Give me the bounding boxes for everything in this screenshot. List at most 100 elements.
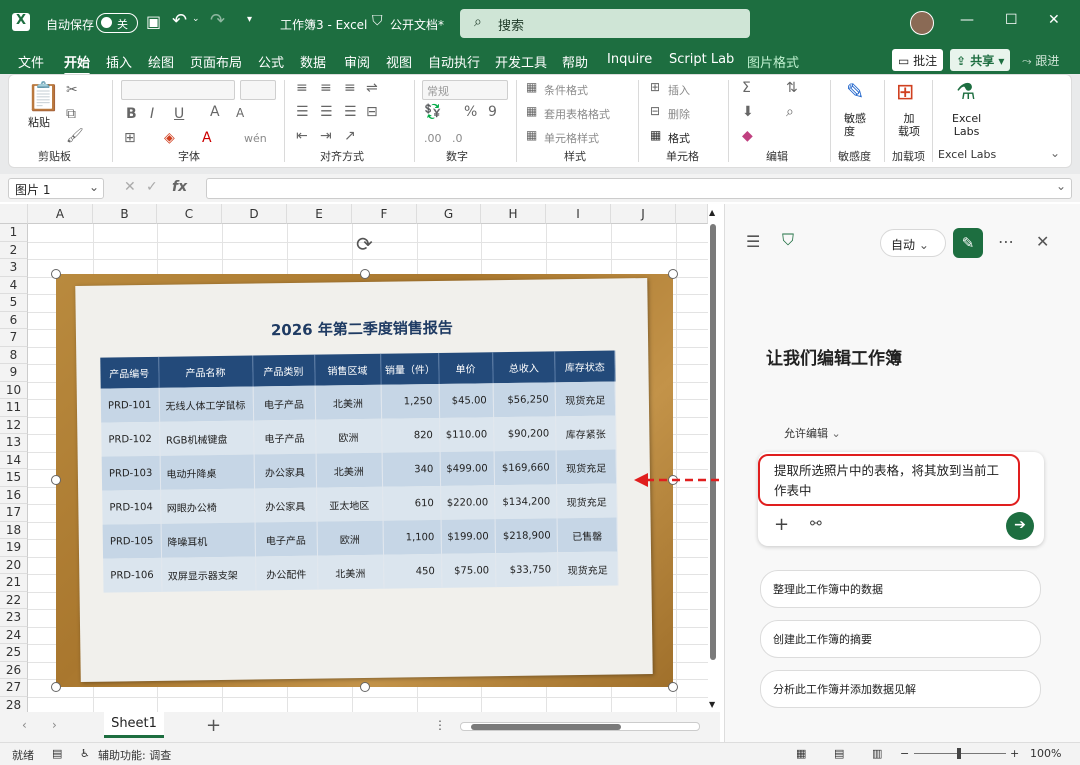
align-center-icon[interactable]: ☰: [320, 104, 333, 120]
row-header[interactable]: 7: [0, 329, 28, 347]
column-header[interactable]: G: [417, 204, 481, 224]
macro-icon[interactable]: ▤: [52, 747, 62, 760]
row-header[interactable]: 2: [0, 241, 28, 259]
tab-page-layout[interactable]: 页面布局: [190, 52, 242, 71]
row-header[interactable]: 9: [0, 364, 28, 382]
normal-view-icon[interactable]: ▦: [796, 747, 806, 760]
align-left-icon[interactable]: ☰: [296, 104, 309, 120]
share-button[interactable]: ⇪ 共享 ▾: [950, 49, 1011, 71]
row-header[interactable]: 18: [0, 521, 28, 539]
column-header[interactable]: J: [611, 204, 676, 224]
tab-draw[interactable]: 绘图: [148, 52, 174, 71]
resize-handle[interactable]: [360, 682, 370, 692]
comments-button[interactable]: ▭ 批注: [892, 49, 944, 71]
horizontal-scroll-thumb[interactable]: [471, 724, 621, 730]
collapse-ribbon-icon[interactable]: ⌄: [1050, 146, 1060, 160]
percent-icon[interactable]: %: [464, 104, 477, 120]
delete-cells-button[interactable]: 删除: [668, 106, 690, 122]
tab-view[interactable]: 视图: [386, 52, 412, 71]
phonetic-icon[interactable]: wén: [244, 132, 267, 145]
tab-home[interactable]: 开始: [64, 52, 91, 76]
currency-icon[interactable]: 💱: [424, 104, 441, 120]
format-painter-icon[interactable]: 🖌: [66, 128, 84, 144]
prompt-box[interactable]: 提取所选照片中的表格，将其放到当前工作表中 + ⚯ ➔: [758, 452, 1044, 546]
more-icon[interactable]: ⋯: [998, 232, 1014, 251]
font-color-icon[interactable]: A: [202, 130, 212, 146]
suggestion-button[interactable]: 整理此工作簿中的数据: [760, 570, 1041, 608]
row-header[interactable]: 8: [0, 346, 28, 364]
row-header[interactable]: 24: [0, 626, 28, 644]
row-header[interactable]: 3: [0, 259, 28, 277]
row-header[interactable]: 5: [0, 294, 28, 312]
row-header[interactable]: 14: [0, 451, 28, 469]
row-header[interactable]: 21: [0, 574, 28, 592]
tab-insert[interactable]: 插入: [106, 52, 132, 71]
column-header[interactable]: I: [546, 204, 611, 224]
chevron-down-icon[interactable]: ⌄: [89, 180, 99, 194]
addins-button[interactable]: 加 载项: [898, 112, 920, 138]
conditional-format-button[interactable]: 条件格式: [544, 82, 588, 98]
paste-label[interactable]: 粘贴: [28, 114, 50, 130]
tab-inquire[interactable]: Inquire: [607, 52, 652, 67]
orientation-icon[interactable]: ↗: [344, 128, 356, 144]
selected-photo[interactable]: 2026 年第二季度销售报告 产品编号 产品名称 产品类别 销售区域 销量（件） 单价 总收…: [56, 274, 673, 687]
zoom-level[interactable]: 100%: [1030, 747, 1061, 760]
borders-icon[interactable]: ⊞: [124, 130, 136, 146]
insert-function-icon[interactable]: fx: [172, 179, 187, 195]
italic-icon[interactable]: I: [150, 106, 154, 122]
excel-labs-button[interactable]: Excel Labs: [952, 112, 981, 138]
increase-decimal-icon[interactable]: .00: [424, 132, 442, 145]
name-box[interactable]: 图片 1 ⌄: [8, 178, 104, 199]
scroll-up-icon[interactable]: ▲: [709, 208, 715, 217]
row-header[interactable]: 1: [0, 224, 28, 242]
prev-sheet-icon[interactable]: ‹: [22, 718, 27, 732]
row-header[interactable]: 22: [0, 591, 28, 609]
undo-icon[interactable]: ↶: [172, 10, 187, 31]
horizontal-scrollbar[interactable]: [460, 722, 700, 731]
enter-icon[interactable]: ✓: [146, 179, 158, 195]
tab-developer[interactable]: 开发工具: [495, 52, 547, 71]
vertical-scroll-thumb[interactable]: [710, 224, 716, 660]
merge-center-icon[interactable]: ⊟: [366, 104, 378, 120]
expand-formula-icon[interactable]: ⌄: [1056, 179, 1066, 193]
accessibility-status[interactable]: 辅助功能: 调查: [98, 747, 171, 763]
autosum-icon[interactable]: Σ: [742, 80, 751, 96]
tab-picture-format[interactable]: 图片格式: [747, 52, 799, 71]
sensitivity-label[interactable]: 公开文档*: [390, 16, 444, 33]
row-header[interactable]: 16: [0, 486, 28, 504]
fill-icon[interactable]: ⬇: [742, 104, 754, 120]
row-header[interactable]: 15: [0, 469, 28, 487]
catchup-button[interactable]: ⤳ 跟进: [1016, 49, 1065, 71]
row-header[interactable]: 13: [0, 434, 28, 452]
tab-data[interactable]: 数据: [300, 52, 326, 71]
row-header[interactable]: 25: [0, 644, 28, 662]
close-window-icon[interactable]: ✕: [1048, 12, 1060, 28]
resize-handle[interactable]: [51, 475, 61, 485]
undo-dropdown-icon[interactable]: ⌄: [192, 14, 200, 24]
search-box[interactable]: ⌕ 搜索: [460, 9, 750, 38]
resize-handle[interactable]: [51, 682, 61, 692]
minimize-icon[interactable]: —: [960, 12, 974, 28]
column-header[interactable]: B: [93, 204, 157, 224]
align-right-icon[interactable]: ☰: [344, 104, 357, 120]
increase-font-icon[interactable]: A: [210, 104, 220, 120]
column-header[interactable]: H: [481, 204, 546, 224]
resize-handle[interactable]: [51, 269, 61, 279]
row-header[interactable]: 27: [0, 679, 28, 697]
add-icon[interactable]: +: [774, 514, 789, 535]
cancel-icon[interactable]: ✕: [124, 179, 136, 195]
zoom-out-icon[interactable]: −: [900, 747, 909, 760]
row-header[interactable]: 4: [0, 276, 28, 294]
more-options-icon[interactable]: ⋮: [434, 718, 446, 732]
font-name-dropdown[interactable]: [121, 80, 235, 100]
decrease-decimal-icon[interactable]: .0: [452, 132, 463, 145]
avatar[interactable]: [910, 11, 934, 35]
clear-icon[interactable]: ◆: [742, 128, 753, 144]
comma-icon[interactable]: 9: [488, 104, 497, 120]
rotate-handle-icon[interactable]: ⟳: [356, 232, 373, 256]
tab-formulas[interactable]: 公式: [258, 52, 284, 71]
decrease-indent-icon[interactable]: ⇤: [296, 128, 308, 144]
decrease-font-icon[interactable]: A: [236, 106, 244, 120]
scroll-down-icon[interactable]: ▼: [709, 700, 715, 709]
resize-handle[interactable]: [668, 682, 678, 692]
